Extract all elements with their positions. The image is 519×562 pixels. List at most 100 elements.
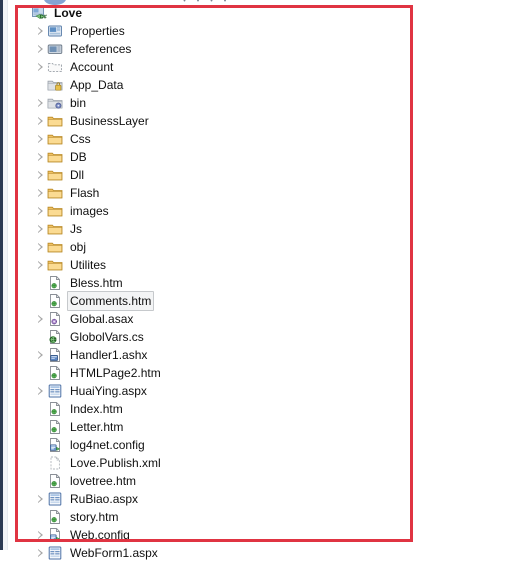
html-file-icon [47,275,63,291]
expander-collapsed-icon[interactable] [36,166,47,184]
tree-item-label: log4net.config [70,438,145,452]
expander-collapsed-icon[interactable] [36,490,47,508]
tree-item[interactable]: App_Data [36,76,410,94]
tree-item[interactable]: lovetree.htm [36,472,410,490]
expander-collapsed-icon[interactable] [36,202,47,220]
tree-item[interactable]: Properties [36,22,410,40]
expander-placeholder [36,508,47,526]
tree-item-label: GlobolVars.cs [70,330,144,344]
tree-item[interactable]: Account [36,58,410,76]
folder-icon [47,257,63,273]
expander-collapsed-icon[interactable] [36,112,47,130]
tree-item[interactable]: RuBiao.aspx [36,490,410,508]
tree-item[interactable]: Handler1.ashx [36,346,410,364]
tree-item[interactable]: log4net.config [36,436,410,454]
expander-placeholder [36,436,47,454]
expander-placeholder [36,454,47,472]
folder-icon [47,149,63,165]
tree-item[interactable]: References [36,40,410,58]
tree-item[interactable]: Index.htm [36,400,410,418]
expander-placeholder [36,364,47,382]
folder-icon [47,113,63,129]
html-file-icon [47,401,63,417]
tree-item-label: HuaiYing.aspx [70,384,147,398]
tree-root-item[interactable]: C# Love [20,4,410,22]
expander-collapsed-icon[interactable] [36,220,47,238]
tree-item[interactable]: story.htm [36,508,410,526]
properties-icon [47,23,63,39]
panel-divider [7,0,8,550]
tree-item[interactable]: images [36,202,410,220]
expander-collapsed-icon[interactable] [36,58,47,76]
tree-item[interactable]: WebForm1.aspx [36,544,410,562]
folder-icon [47,203,63,219]
expander-collapsed-icon[interactable] [36,526,47,544]
tree-item[interactable]: Utilites [36,256,410,274]
tree-item-label: Web.config [70,528,130,542]
tree-item[interactable]: Comments.htm [36,291,410,311]
expander-collapsed-icon[interactable] [36,256,47,274]
references-icon [47,41,63,57]
aspx-file-icon [47,491,63,507]
tree-item-label: Dll [70,168,84,182]
tree-item[interactable]: Dll [36,166,410,184]
expander-collapsed-icon[interactable] [36,40,47,58]
tree-item[interactable]: Css [36,130,410,148]
expander-collapsed-icon[interactable] [36,22,47,40]
tree-item-label: WebForm1.aspx [70,546,158,560]
expander-collapsed-icon[interactable] [36,382,47,400]
expander-collapsed-icon[interactable] [36,94,47,112]
tree-item[interactable]: obj [36,238,410,256]
expander-placeholder [36,328,47,346]
tree-item-label: Handler1.ashx [70,348,148,362]
expander-placeholder [36,274,47,292]
tree-item[interactable]: Js [36,220,410,238]
tree-item-label: lovetree.htm [70,474,137,488]
tree-item-label: Css [70,132,91,146]
expander-collapsed-icon[interactable] [36,184,47,202]
folder-excluded-icon [47,59,63,75]
folder-bin-icon [47,95,63,111]
tree-item[interactable]: BusinessLayer [36,112,410,130]
tree-item[interactable]: Letter.htm [36,418,410,436]
tree-item-label: BusinessLayer [70,114,149,128]
expander-collapsed-icon[interactable] [36,310,47,328]
tree-item[interactable]: DB [36,148,410,166]
tree-item[interactable]: Web.config [36,526,410,544]
tree-item[interactable]: Bless.htm [36,274,410,292]
expander-collapsed-icon[interactable] [36,148,47,166]
tree-item[interactable]: bin [36,94,410,112]
tree-item-label: References [70,42,132,56]
folder-icon [47,131,63,147]
tree-item[interactable]: C# GlobolVars.cs [36,328,410,346]
tree-item-label: App_Data [70,78,124,92]
expander-placeholder [36,292,47,310]
tree-item[interactable]: Love.Publish.xml [36,454,410,472]
tree-item[interactable]: Flash [36,184,410,202]
tree-item-label: Love.Publish.xml [70,456,161,470]
expander-collapsed-icon[interactable] [36,544,47,562]
tree-item[interactable]: HuaiYing.aspx [36,382,410,400]
tree-item[interactable]: HTMLPage2.htm [36,364,410,382]
html-file-icon [47,419,63,435]
tree-item-label: Flash [70,186,100,200]
tree-item-label: RuBiao.aspx [70,492,139,506]
config-file-icon [47,527,63,543]
expander-placeholder [36,472,47,490]
html-file-icon [47,365,63,381]
tree-item-label: Js [70,222,82,236]
tree-root-label: Love [54,6,83,20]
tree-item-label: Comments.htm [67,291,155,311]
expander-collapsed-icon[interactable] [36,346,47,364]
asax-file-icon [47,311,63,327]
expander-placeholder [20,4,31,22]
tree-item[interactable]: Global.asax [36,310,410,328]
solution-explorer-tree[interactable]: C# Love Properties References Account App_Dat… [20,4,410,562]
tree-item-label: Index.htm [70,402,123,416]
excluded-file-icon [47,455,63,471]
aspx-file-icon [47,545,63,561]
expander-collapsed-icon[interactable] [36,238,47,256]
html-file-icon [47,293,63,309]
expander-collapsed-icon[interactable] [36,130,47,148]
csharp-project-icon: C# [31,5,47,21]
